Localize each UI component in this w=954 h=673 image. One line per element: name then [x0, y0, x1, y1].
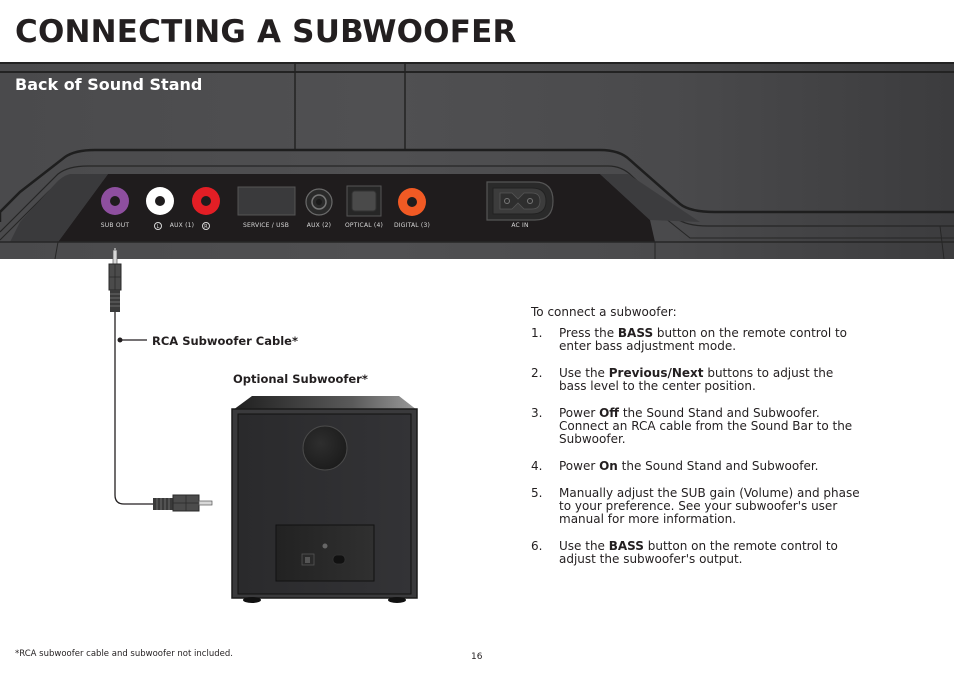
aux1-label: AUX (1)	[169, 222, 195, 229]
service-usb-label: SERVICE / USB	[242, 222, 290, 229]
rca-plug-top-icon	[108, 250, 122, 312]
subwoofer-foot	[243, 597, 261, 603]
step-text: Use the Previous/Next buttons to adjust …	[559, 366, 834, 393]
instruction-step: 6. Use the BASS button on the remote cont…	[531, 540, 861, 566]
steps-list: 1. Press the BASS button on the remote co…	[531, 327, 861, 566]
step-number: 5.	[531, 486, 543, 500]
step-emphasis: On	[599, 459, 618, 473]
subwoofer-connection-panel	[275, 524, 375, 582]
step-text: Use the BASS button on the remote contro…	[559, 539, 838, 566]
optical-label: OPTICAL (4)	[344, 222, 384, 229]
subwoofer-top	[233, 396, 417, 410]
step-number: 2.	[531, 366, 543, 380]
subwoofer-ac-input-icon	[332, 554, 346, 565]
instruction-step: 2. Use the Previous/Next buttons to adjus…	[531, 367, 861, 393]
sound-stand-back-illustration: Back of Sound Stand SUB OUT L AUX (1) R …	[0, 62, 954, 259]
footnote: *RCA subwoofer cable and subwoofer not i…	[15, 649, 233, 659]
step-number: 6.	[531, 539, 543, 553]
instruction-step: 4. Power On the Sound Stand and Subwoofer…	[531, 460, 861, 473]
page-title: CONNECTING A SUBWOOFER	[15, 14, 517, 50]
bass-port-icon	[302, 425, 348, 471]
instructions: To connect a subwoofer: 1. Press the BASS…	[531, 306, 861, 580]
subwoofer-rca-input-icon	[322, 543, 328, 549]
aux1-right-label: R	[202, 222, 210, 230]
rca-plug-bottom-icon	[153, 494, 213, 512]
subwoofer-illustration	[231, 396, 418, 603]
page-number: 16	[471, 652, 483, 662]
step-emphasis: Previous/Next	[608, 366, 704, 380]
step-number: 4.	[531, 459, 543, 473]
step-text: Press the BASS button on the remote cont…	[559, 326, 848, 353]
ac-in-label: AC IN	[511, 222, 529, 229]
step-text: Power Off the Sound Stand and Subwoofer.…	[559, 406, 853, 446]
service-usb-port-icon	[237, 186, 296, 216]
step-text: Power On the Sound Stand and Subwoofer.	[559, 459, 819, 473]
step-number: 3.	[531, 406, 543, 420]
optional-subwoofer-label: Optional Subwoofer*	[233, 372, 368, 386]
aux2-label: AUX (2)	[306, 222, 332, 229]
subwoofer-foot	[388, 597, 406, 603]
sub-out-label: SUB OUT	[100, 222, 130, 229]
instruction-step: 1. Press the BASS button on the remote co…	[531, 327, 861, 353]
step-emphasis: Off	[599, 406, 620, 420]
step-emphasis: BASS	[608, 539, 644, 553]
rca-cable-label: RCA Subwoofer Cable*	[152, 334, 298, 348]
instructions-intro: To connect a subwoofer:	[531, 305, 677, 319]
subwoofer-connection-diagram	[108, 250, 418, 603]
instruction-step: 3. Power Off the Sound Stand and Subwoofe…	[531, 407, 861, 446]
step-text: Manually adjust the SUB gain (Volume) an…	[559, 486, 860, 526]
aux1-left-label: L	[154, 222, 162, 230]
section-title: Back of Sound Stand	[15, 75, 203, 94]
step-number: 1.	[531, 326, 543, 340]
step-emphasis: BASS	[617, 326, 654, 340]
instruction-step: 5. Manually adjust the SUB gain (Volume) …	[531, 487, 861, 526]
digital-label: DIGITAL (3)	[393, 222, 431, 229]
